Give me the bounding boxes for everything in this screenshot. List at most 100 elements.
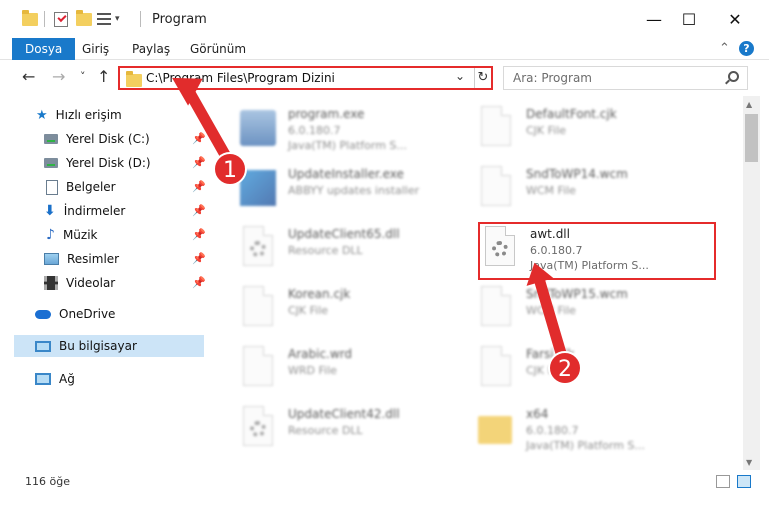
search-box[interactable]: Ara: Program — [503, 66, 748, 90]
file-item[interactable]: Korean.cjk CJK File — [218, 280, 463, 336]
sidebar-item-label: Hızlı erişim — [55, 108, 122, 122]
file-icon — [478, 286, 514, 330]
title-bar: ▾ Program — ☐ ✕ — [0, 0, 769, 38]
customize-toolbar-icon[interactable]: ▾ — [115, 9, 120, 29]
ribbon-tabs: Dosya Giriş Paylaş Görünüm ⌃ ? — [0, 38, 769, 60]
file-detail: WCM File — [526, 184, 576, 197]
pictures-icon — [44, 253, 59, 265]
file-item[interactable]: DefaultFont.cjk CJK File — [456, 100, 701, 156]
file-detail: Resource DLL — [288, 244, 363, 257]
pin-icon[interactable]: 📌 — [192, 204, 206, 217]
sidebar-item-label: OneDrive — [59, 307, 116, 321]
vertical-scrollbar[interactable]: ▲ ▼ — [743, 96, 760, 470]
separator — [44, 9, 45, 29]
view-options-icon[interactable] — [97, 9, 111, 29]
sidebar-item-pictures[interactable]: Resimler — [44, 248, 119, 270]
file-detail: WCM File — [526, 304, 576, 317]
file-detail: Java(TM) Platform S... — [526, 439, 645, 452]
sidebar-item-onedrive[interactable]: OneDrive — [35, 303, 115, 325]
dll-icon — [240, 226, 276, 270]
close-button[interactable]: ✕ — [712, 0, 758, 38]
tab-dosya[interactable]: Dosya — [12, 38, 76, 60]
pin-icon[interactable]: 📌 — [192, 252, 206, 265]
sidebar-item-this-pc[interactable]: Bu bilgisayar — [14, 335, 204, 357]
file-item[interactable]: UpdateClient42.dll Resource DLL — [218, 400, 463, 456]
sidebar-item-downloads[interactable]: ⬇ İndirmeler — [44, 200, 125, 222]
file-icon — [240, 346, 276, 390]
file-name: program.exe — [288, 107, 365, 121]
file-icon — [478, 106, 514, 150]
sidebar-item-network[interactable]: Ağ — [35, 368, 75, 390]
sidebar-item-label: Müzik — [62, 228, 98, 242]
file-name: x64 — [526, 407, 549, 421]
tab-gorunum[interactable]: Görünüm — [190, 38, 246, 60]
address-row: ← → ˅ ↑ C:\Program Files\Program Dizini … — [0, 60, 769, 94]
status-bar: 116 öğe — [0, 470, 769, 494]
address-bar[interactable]: C:\Program Files\Program Dizini ⌄ ↻ — [118, 66, 493, 90]
sidebar-item-music[interactable]: ♪ Müzik — [46, 224, 97, 246]
file-name: UpdateClient65.dll — [288, 227, 400, 241]
search-input[interactable]: Ara: Program — [513, 71, 592, 85]
pin-icon[interactable]: 📌 — [192, 156, 206, 169]
navigation-pane: ★ Hızlı erişim Yerel Disk (C:) 📌 Yerel D… — [0, 96, 206, 466]
file-item[interactable]: SndToWP15.wcm WCM File — [456, 280, 701, 336]
ribbon-collapse-icon[interactable]: ⌃ — [719, 41, 730, 56]
file-item[interactable]: Arabic.wrd WRD File — [218, 340, 463, 396]
highlight-box — [478, 222, 716, 280]
tab-giris[interactable]: Giriş — [82, 38, 109, 60]
refresh-icon[interactable]: ↻ — [474, 68, 491, 88]
file-icon — [240, 286, 276, 330]
scroll-thumb[interactable] — [745, 114, 758, 162]
file-icon — [478, 346, 514, 390]
sidebar-item-videos[interactable]: Videolar — [44, 272, 115, 294]
search-icon[interactable] — [728, 71, 739, 82]
file-name: SndToWP14.wcm — [526, 167, 628, 181]
item-count: 116 öğe — [25, 475, 70, 488]
sidebar-item-documents[interactable]: Belgeler — [46, 176, 116, 198]
file-item[interactable]: SndToWP14.wcm WCM File — [456, 160, 701, 216]
file-item[interactable]: UpdateClient65.dll Resource DLL — [218, 220, 463, 276]
back-button[interactable]: ← — [22, 67, 35, 86]
drive-icon — [44, 134, 58, 144]
tab-paylas[interactable]: Paylaş — [132, 38, 170, 60]
sidebar-item-label: Yerel Disk (D:) — [66, 156, 151, 170]
sidebar-item-label: Resimler — [67, 252, 120, 266]
this-pc-icon — [35, 340, 51, 352]
sidebar-item-label: Bu bilgisayar — [59, 339, 137, 353]
file-item[interactable]: program.exe 6.0.180.7 Java(TM) Platform … — [218, 100, 463, 156]
sidebar-item-label: Belgeler — [66, 180, 116, 194]
details-view-icon[interactable] — [716, 475, 730, 488]
network-icon — [35, 373, 51, 385]
file-item[interactable]: UpdateInstaller.exe ABBYY updates instal… — [218, 160, 463, 216]
properties-icon[interactable] — [54, 9, 68, 29]
file-detail: Resource DLL — [288, 424, 363, 437]
videos-icon — [44, 276, 58, 290]
scroll-down-icon[interactable]: ▼ — [746, 458, 752, 467]
file-detail: CJK File — [526, 124, 567, 137]
address-path[interactable]: C:\Program Files\Program Dizini — [146, 71, 335, 85]
help-icon[interactable]: ? — [739, 41, 754, 56]
dll-icon — [240, 406, 276, 450]
scroll-up-icon[interactable]: ▲ — [746, 100, 752, 109]
maximize-button[interactable]: ☐ — [666, 0, 712, 38]
pin-icon[interactable]: 📌 — [192, 180, 206, 193]
address-dropdown-icon[interactable]: ⌄ — [455, 69, 465, 83]
pin-icon[interactable]: 📌 — [192, 228, 206, 241]
music-icon: ♪ — [46, 227, 55, 243]
file-list: program.exe 6.0.180.7 Java(TM) Platform … — [208, 96, 743, 466]
up-button[interactable]: ↑ — [97, 67, 110, 86]
sidebar-item-quick-access[interactable]: ★ Hızlı erişim — [36, 104, 122, 126]
star-icon: ★ — [36, 107, 48, 123]
new-folder-icon[interactable] — [76, 9, 92, 29]
window-title: Program — [152, 12, 207, 27]
pin-icon[interactable]: 📌 — [192, 276, 206, 289]
pin-icon[interactable]: 📌 — [192, 132, 206, 145]
tiles-view-icon[interactable] — [737, 475, 751, 488]
file-detail: 6.0.180.7 — [526, 424, 579, 437]
sidebar-item-disk-c[interactable]: Yerel Disk (C:) — [44, 128, 150, 150]
sidebar-item-disk-d[interactable]: Yerel Disk (D:) — [44, 152, 151, 174]
file-item[interactable]: x64 6.0.180.7 Java(TM) Platform S... — [456, 400, 701, 456]
step-badge-2: 2 — [548, 351, 582, 385]
recent-locations-button[interactable]: ˅ — [80, 70, 86, 83]
forward-button[interactable]: → — [52, 67, 65, 86]
